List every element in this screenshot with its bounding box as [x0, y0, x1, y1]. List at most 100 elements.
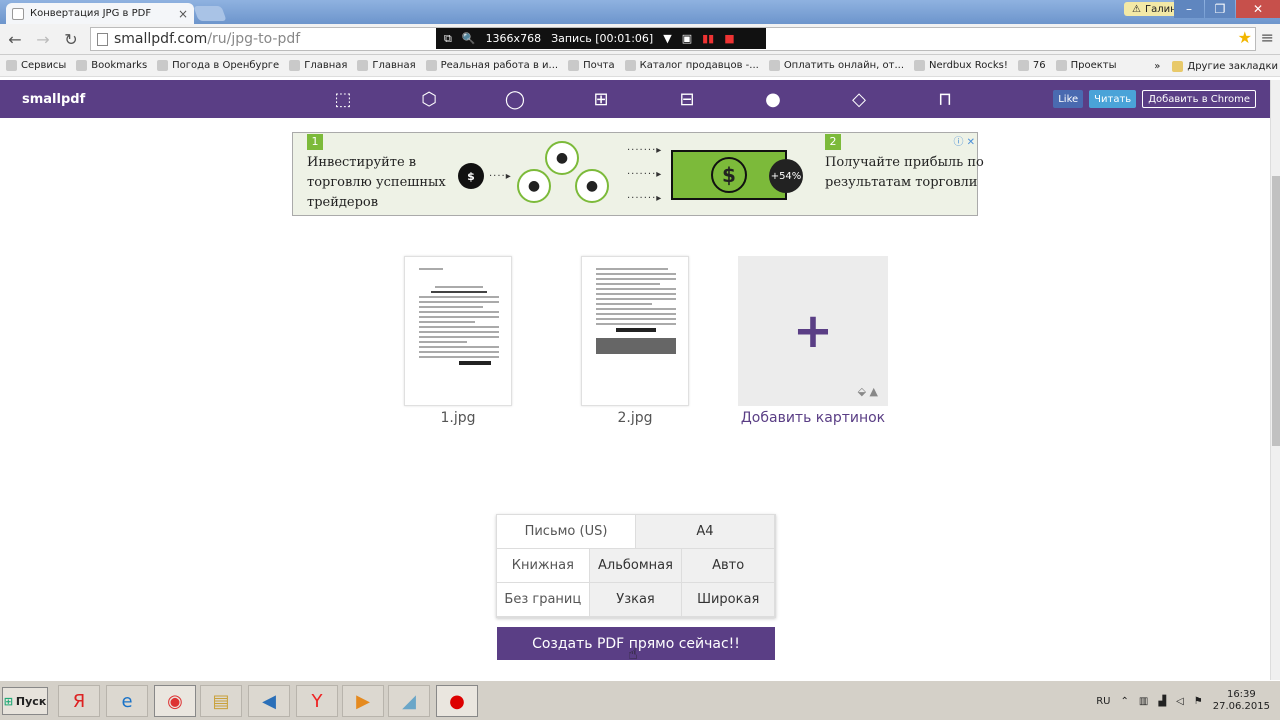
zoom-icon[interactable]: 🔍 [462, 32, 476, 45]
yandex-browser-taskbar-icon[interactable]: Y [296, 685, 338, 717]
bookmark-item[interactable]: Главная [357, 60, 416, 71]
bookmark-item[interactable]: Каталог продавцов -... [624, 60, 759, 71]
ie-taskbar-icon[interactable]: e [106, 685, 148, 717]
jpg-tool-icon[interactable]: ● [758, 89, 788, 110]
ad-text-left: Инвестируйте в торговлю успешных трейдер… [307, 155, 446, 210]
close-tab-icon[interactable]: × [178, 7, 188, 21]
add-to-chrome-button[interactable]: Добавить в Chrome [1142, 90, 1256, 108]
chrome-taskbar-icon[interactable]: ◉ [154, 685, 196, 717]
resize-icon[interactable]: ⧉ [444, 32, 452, 46]
flag-icon[interactable]: ⚑ [1194, 696, 1203, 707]
mail-icon [568, 60, 580, 71]
bookmark-item[interactable]: 76 [1017, 60, 1046, 71]
dropdown-icon[interactable]: ▼ [663, 32, 671, 45]
pause-icon[interactable]: ▮▮ [702, 32, 714, 45]
excel-tool-icon[interactable]: ◯ [500, 89, 530, 110]
bookmark-item[interactable]: Оплатить онлайн, от... [768, 60, 904, 71]
plus-icon: + [792, 303, 834, 359]
dollar-icon: $ [458, 163, 484, 189]
split-tool-icon[interactable]: ⊟ [672, 89, 702, 110]
explorer-taskbar-icon[interactable]: ▤ [200, 685, 242, 717]
tool-icon [425, 60, 437, 71]
ad-percent: +54% [769, 159, 803, 193]
bookmark-item[interactable]: Проекты [1055, 60, 1116, 71]
ad-step-number: 1 [307, 134, 323, 150]
paypal-icon [768, 60, 780, 71]
system-tray: RU ⌃ ▥ ▟ ◁ ⚑ 16:39 27.06.2015 [1086, 683, 1280, 719]
trader-icon: ● [545, 141, 579, 175]
bookmark-item[interactable]: Bookmarks [76, 60, 147, 71]
url-path: /ru/jpg-to-pdf [207, 31, 301, 47]
bookmark-star-icon[interactable]: ★ [1238, 28, 1252, 47]
recorder-taskbar-icon[interactable]: ● [436, 685, 478, 717]
unlock-tool-icon[interactable]: ⊓ [930, 89, 960, 110]
trader-icon: ● [517, 169, 551, 203]
new-tab-button[interactable] [193, 6, 227, 21]
dropbox-drive-icons[interactable]: ⬙ ▲ [858, 385, 878, 398]
tray-expand-icon[interactable]: ⌃ [1121, 696, 1129, 707]
back-icon[interactable]: ← [6, 31, 24, 49]
yandex-taskbar-icon[interactable]: Я [58, 685, 100, 717]
signal-icon[interactable]: ▟ [1158, 696, 1166, 707]
margin-large[interactable]: Широкая [682, 583, 776, 617]
margin-small[interactable]: Узкая [589, 583, 683, 617]
ad-step-number: 2 [825, 134, 841, 150]
bookmark-item[interactable]: Почта [568, 60, 615, 71]
ad-text-right: Получайте прибыль по результатам торговл… [825, 155, 984, 190]
advertisement-banner[interactable]: 1 Инвестируйте в торговлю успешных трейд… [292, 132, 984, 216]
maximize-icon[interactable]: ❐ [1205, 0, 1235, 18]
reload-icon[interactable]: ↻ [62, 31, 80, 49]
add-image-label[interactable]: Добавить картинок [738, 410, 888, 426]
more-bookmarks-icon[interactable]: » [1154, 61, 1160, 72]
bookmark-item[interactable]: Главная [289, 60, 347, 71]
orientation-portrait[interactable]: Книжная [497, 549, 590, 583]
bookmark-item[interactable]: Реальная работа в и... [425, 60, 558, 71]
menu-icon[interactable]: ≡ [1261, 28, 1274, 47]
language-indicator[interactable]: RU [1096, 696, 1110, 707]
bookmark-item[interactable]: Сервисы [6, 60, 66, 71]
ppt-tool-icon[interactable]: ⬡ [414, 89, 444, 110]
camera-icon[interactable]: ▣ [682, 32, 692, 45]
compress-tool-icon[interactable]: ⬚ [328, 89, 358, 110]
site-logo[interactable]: smallpdf [22, 92, 322, 107]
close-window-icon[interactable]: ✕ [1236, 0, 1280, 18]
tool-nav: ⬚ ⬡ ◯ ⊞ ⊟ ● ◇ ⊓ [328, 89, 960, 110]
page-size-a4[interactable]: A4 [636, 515, 775, 549]
network-icon[interactable]: ▥ [1139, 696, 1148, 707]
facebook-like-button[interactable]: Like [1053, 90, 1084, 108]
page-scrollbar[interactable] [1270, 80, 1280, 680]
clock[interactable]: 16:39 27.06.2015 [1213, 689, 1270, 713]
globe-icon [289, 60, 301, 71]
document-preview [596, 265, 676, 399]
twitter-follow-button[interactable]: Читать [1089, 90, 1137, 108]
media-taskbar-icon[interactable]: ◀ [248, 685, 290, 717]
sign-tool-icon[interactable]: ◇ [844, 89, 874, 110]
other-bookmarks[interactable]: Другие закладки [1172, 60, 1278, 72]
minimize-icon[interactable]: – [1174, 0, 1204, 18]
start-button[interactable]: ⊞ Пуск [2, 687, 48, 715]
orientation-landscape[interactable]: Альбомная [589, 549, 683, 583]
orientation-auto[interactable]: Авто [682, 549, 776, 583]
bookmarks-bar: Сервисы Bookmarks Погода в Оренбурге Гла… [0, 55, 1280, 77]
arrow-icon: ·······▸ [627, 193, 663, 204]
forward-icon[interactable]: → [34, 31, 52, 49]
pdf-options-panel: Письмо (US) A4 Книжная Альбомная Авто Бе… [496, 514, 776, 618]
margin-none[interactable]: Без границ [497, 583, 590, 617]
file-thumbnail[interactable] [581, 256, 689, 406]
bookmark-item[interactable]: Nerdbux Rocks! [914, 60, 1008, 71]
file-thumbnail[interactable] [404, 256, 512, 406]
bookmark-item[interactable]: Погода в Оренбурге [157, 60, 279, 71]
merge-tool-icon[interactable]: ⊞ [586, 89, 616, 110]
tab-title: Конвертация JPG в PDF [30, 8, 152, 19]
volume-icon[interactable]: ◁ [1176, 696, 1184, 707]
browser-tab[interactable]: Конвертация JPG в PDF × [6, 3, 194, 24]
stop-icon[interactable]: ■ [724, 32, 734, 45]
video-taskbar-icon[interactable]: ▶ [342, 685, 384, 717]
weather-icon [157, 60, 169, 71]
ad-close-icon[interactable]: ⓘ ✕ [953, 133, 975, 148]
tool-taskbar-icon[interactable]: ◢ [388, 685, 430, 717]
page-size-letter[interactable]: Письмо (US) [497, 515, 636, 549]
recorder-resolution: 1366x768 [485, 32, 542, 45]
add-image-button[interactable]: + ⬙ ▲ [738, 256, 888, 406]
scrollbar-thumb[interactable] [1272, 176, 1280, 446]
